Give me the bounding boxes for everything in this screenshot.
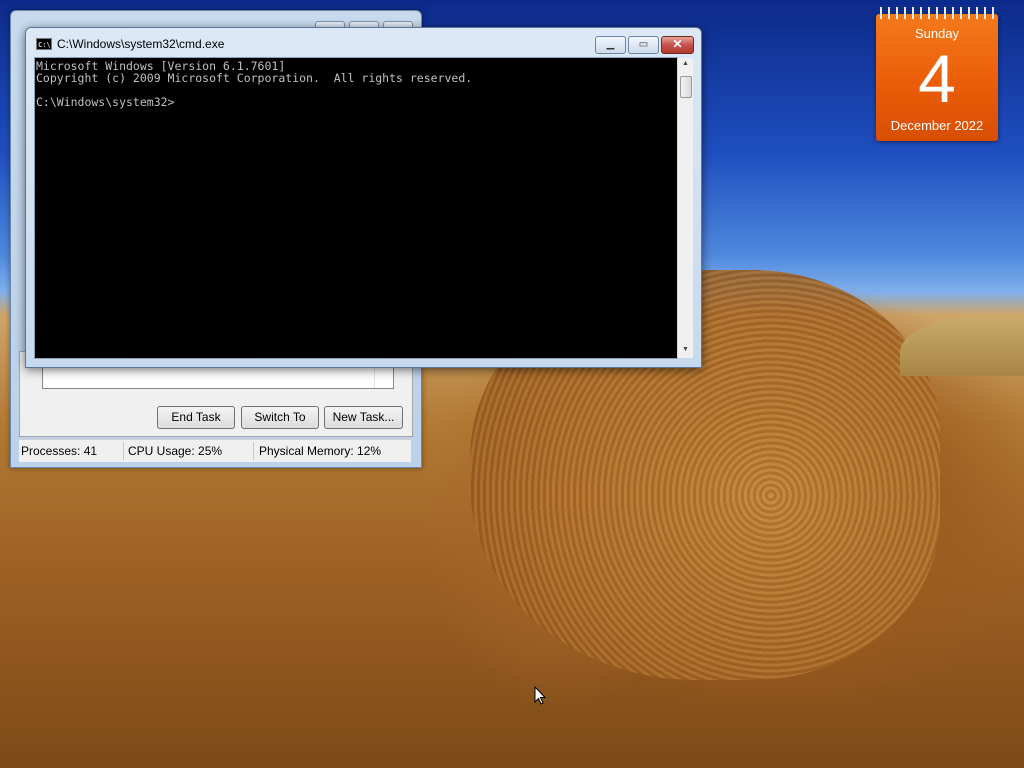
status-separator xyxy=(123,442,124,460)
maximize-icon: ▭ xyxy=(638,39,649,50)
switch-to-button[interactable]: Switch To xyxy=(241,406,319,429)
maximize-button[interactable]: ▭ xyxy=(628,36,659,54)
scroll-down-arrow-icon[interactable]: ▼ xyxy=(682,346,689,353)
wallpaper-hill xyxy=(900,316,1024,376)
processes-count: Processes: 41 xyxy=(21,444,98,458)
minimize-icon: ▁ xyxy=(606,39,615,50)
calendar-rings-icon xyxy=(880,7,996,19)
close-button[interactable]: ✕ xyxy=(661,36,694,54)
scrollbar-thumb[interactable] xyxy=(680,76,692,98)
physical-memory: Physical Memory: 12% xyxy=(259,444,382,458)
cmd-icon[interactable]: C:\ xyxy=(36,38,52,50)
cmd-window-title: C:\Windows\system32\cmd.exe xyxy=(57,37,225,51)
calendar-weekday: Sunday xyxy=(914,26,960,41)
console-text: Microsoft Windows [Version 6.1.7601] Cop… xyxy=(36,59,473,109)
taskmgr-status-bar: Processes: 41 CPU Usage: 25% Physical Me… xyxy=(19,439,411,462)
calendar-day-number: 4 xyxy=(918,41,956,117)
cpu-usage: CPU Usage: 25% xyxy=(128,444,223,458)
new-task-button[interactable]: New Task... xyxy=(324,406,403,429)
mouse-cursor-icon xyxy=(534,686,547,705)
calendar-month-year: December 2022 xyxy=(890,118,984,133)
close-icon: ✕ xyxy=(672,37,683,51)
cmd-window[interactable]: C:\ C:\Windows\system32\cmd.exe ▁ ▭ ✕ Mi… xyxy=(25,27,702,368)
console-scrollbar[interactable]: ▲ ▼ xyxy=(677,58,693,358)
console-output[interactable]: Microsoft Windows [Version 6.1.7601] Cop… xyxy=(34,57,678,359)
calendar-gadget[interactable]: Sunday 4 December 2022 xyxy=(876,7,998,141)
end-task-button[interactable]: End Task xyxy=(157,406,235,429)
minimize-button[interactable]: ▁ xyxy=(595,36,626,54)
status-separator xyxy=(253,442,254,460)
scroll-up-arrow-icon[interactable]: ▲ xyxy=(682,60,689,67)
